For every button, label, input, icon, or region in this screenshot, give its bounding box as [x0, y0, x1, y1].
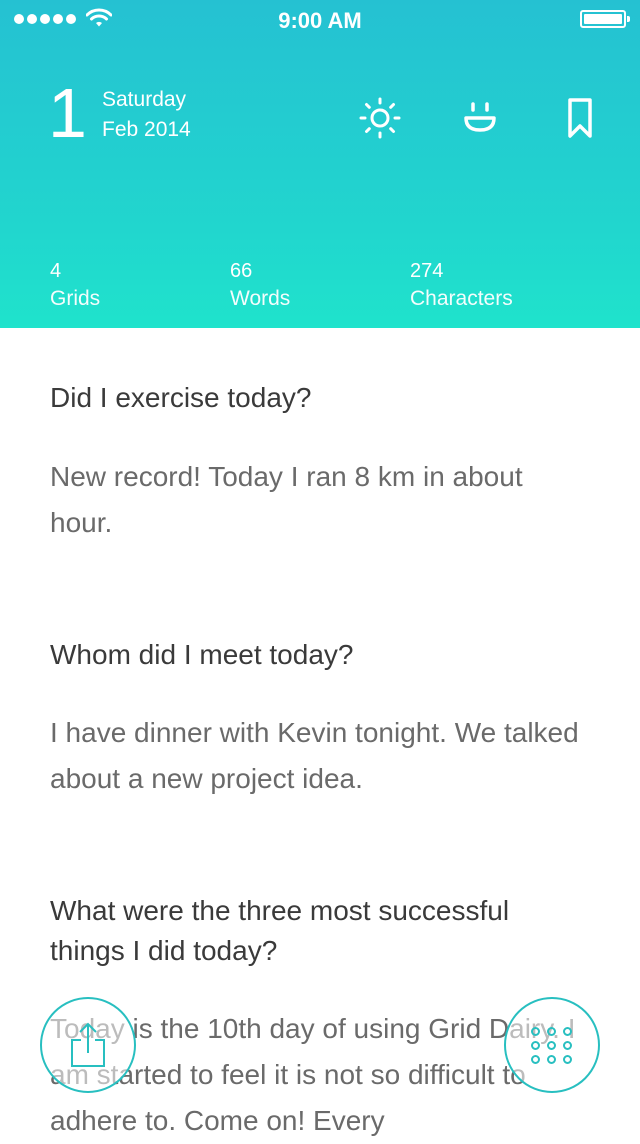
- day-number: 1: [48, 74, 87, 152]
- entry-question: Whom did I meet today?: [50, 639, 354, 670]
- entry-question: What were the three most successful thin…: [50, 895, 510, 966]
- smile-icon[interactable]: [456, 94, 504, 142]
- grid-menu-button[interactable]: [504, 997, 600, 1093]
- stat-characters-label: Characters: [410, 287, 513, 310]
- stat-words: 66 Words: [230, 258, 290, 314]
- stat-characters: 274 Characters: [410, 258, 513, 314]
- stat-grids-value: 4: [50, 260, 62, 282]
- entry-answer[interactable]: I have dinner with Kevin tonight. We tal…: [50, 710, 590, 802]
- stat-words-label: Words: [230, 287, 291, 310]
- entry-answer[interactable]: New record! Today I ran 8 km in about ho…: [50, 454, 570, 546]
- status-bar: 9:00 AM: [0, 0, 640, 40]
- month-year-label: Feb 2014: [102, 118, 191, 141]
- share-icon: [71, 1022, 105, 1067]
- weekday-label: Saturday: [102, 88, 187, 111]
- share-button[interactable]: [40, 997, 136, 1093]
- grid-dots-icon: [530, 1026, 574, 1064]
- header: 9:00 AM 1 Saturday Feb 2014 4 Grids 66 W…: [0, 0, 640, 328]
- entry-question: Did I exercise today?: [50, 382, 312, 413]
- stat-characters-value: 274: [410, 260, 444, 282]
- sun-icon[interactable]: [356, 94, 404, 142]
- stat-words-value: 66: [230, 260, 253, 282]
- stat-grids-label: Grids: [50, 287, 101, 310]
- status-time: 9:00 AM: [278, 8, 362, 33]
- battery-icon: [580, 10, 630, 28]
- stat-grids: 4 Grids: [50, 258, 100, 314]
- bookmark-icon[interactable]: [556, 94, 604, 142]
